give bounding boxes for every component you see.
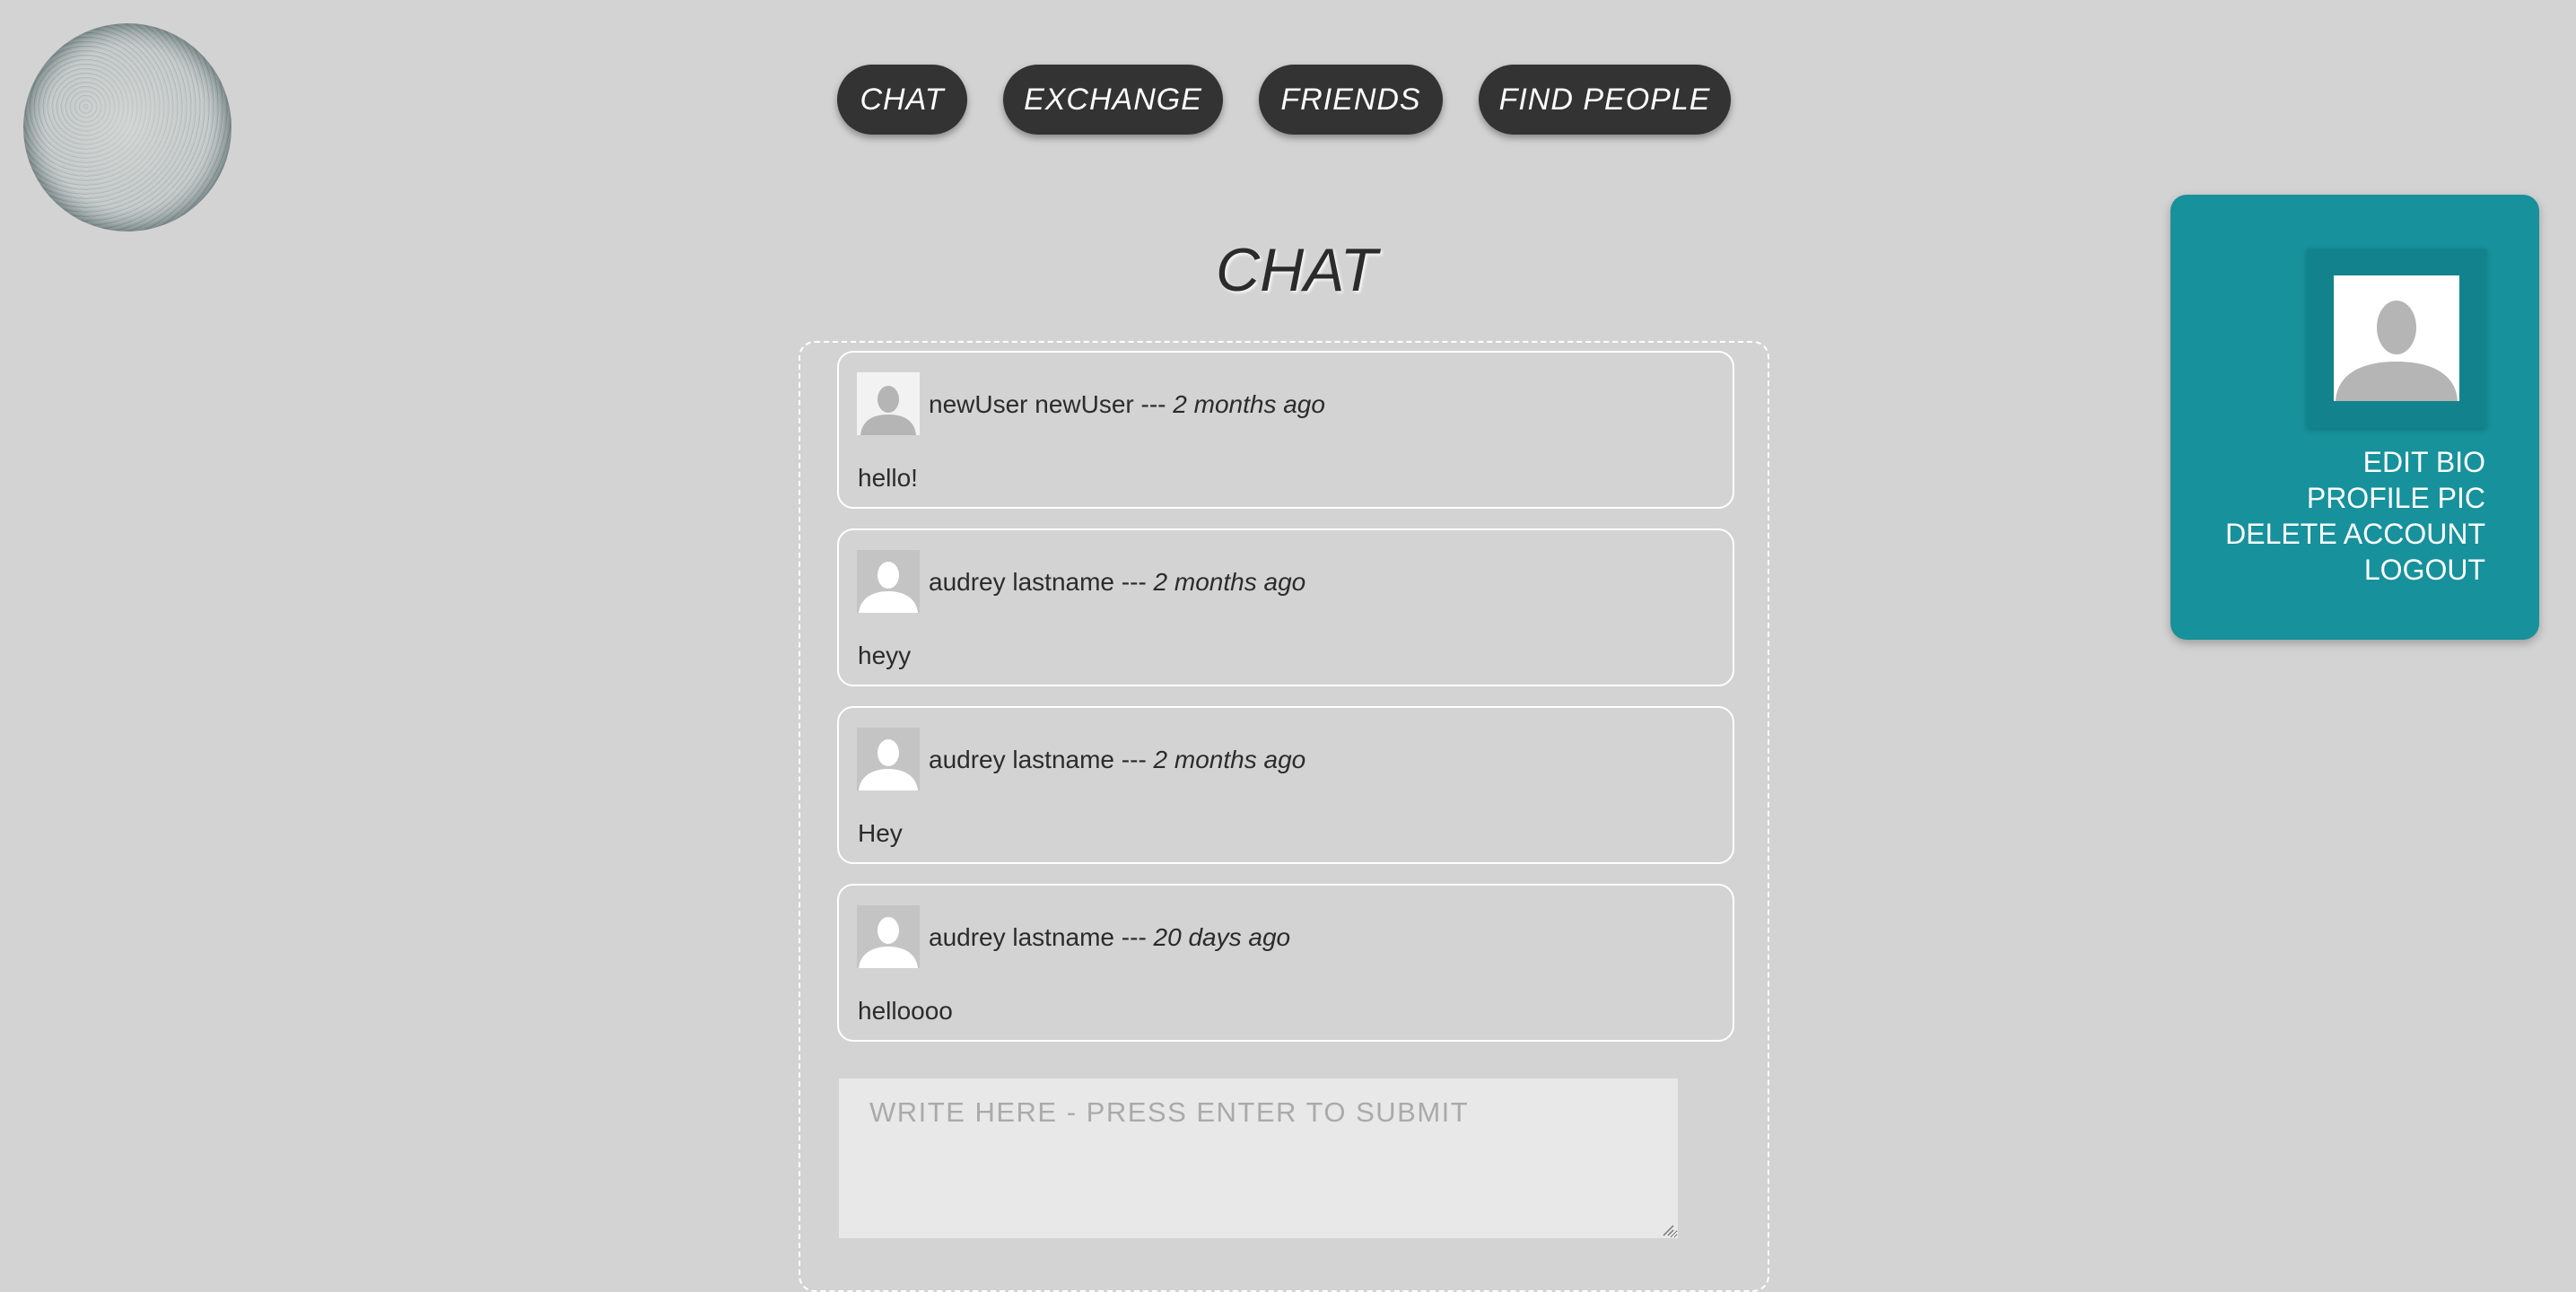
profile-menu: EDIT BIO PROFILE PIC DELETE ACCOUNT LOGO…	[2225, 444, 2485, 588]
message-header: audrey lastname --- 2 months ago	[929, 568, 1305, 597]
chat-message: audrey lastname --- 2 months ago Hey	[837, 706, 1734, 864]
message-header: audrey lastname --- 20 days ago	[929, 923, 1290, 952]
message-separator: ---	[1114, 568, 1154, 596]
message-text: hello!	[858, 464, 918, 492]
message-text: helloooo	[858, 997, 953, 1025]
nav-chat-button[interactable]: CHAT	[837, 65, 967, 135]
profile-picture-frame[interactable]	[2307, 249, 2486, 428]
chat-message: newUser newUser --- 2 months ago hello!	[837, 351, 1734, 509]
message-author: audrey lastname	[929, 568, 1115, 596]
message-time: 20 days ago	[1153, 923, 1291, 951]
message-time: 2 months ago	[1173, 390, 1325, 418]
default-avatar-icon	[857, 550, 920, 613]
default-avatar-icon[interactable]	[2334, 275, 2459, 401]
message-author: audrey lastname	[929, 923, 1115, 951]
message-separator: ---	[1114, 923, 1154, 951]
chat-message: audrey lastname --- 20 days ago helloooo	[837, 884, 1734, 1042]
message-text: heyy	[858, 642, 912, 669]
message-text: Hey	[858, 819, 903, 847]
profile-pic-link[interactable]: PROFILE PIC	[2225, 480, 2485, 516]
nav-find-people-button[interactable]: FIND PEOPLE	[1479, 65, 1731, 135]
edit-bio-link[interactable]: EDIT BIO	[2225, 444, 2485, 480]
profile-panel: EDIT BIO PROFILE PIC DELETE ACCOUNT LOGO…	[2170, 195, 2539, 640]
page-title: CHAT	[1215, 236, 1378, 304]
message-header: audrey lastname --- 2 months ago	[929, 746, 1305, 774]
message-header: newUser newUser --- 2 months ago	[929, 390, 1325, 419]
message-separator: ---	[1133, 390, 1174, 418]
nav-exchange-button[interactable]: EXCHANGE	[1003, 65, 1223, 135]
main-nav: CHAT EXCHANGE FRIENDS FIND PEOPLE	[0, 65, 2576, 136]
message-time: 2 months ago	[1153, 568, 1306, 596]
default-avatar-icon	[857, 728, 920, 790]
chat-message: audrey lastname --- 2 months ago heyy	[837, 528, 1734, 686]
logout-link[interactable]: LOGOUT	[2225, 552, 2485, 588]
message-author: audrey lastname	[929, 746, 1115, 773]
chat-message-input[interactable]	[839, 1078, 1678, 1238]
message-author: newUser newUser	[929, 390, 1134, 418]
message-time: 2 months ago	[1153, 746, 1306, 773]
default-avatar-icon	[857, 372, 920, 435]
nav-friends-button[interactable]: FRIENDS	[1259, 65, 1443, 135]
resize-grip-icon[interactable]	[1660, 1222, 1674, 1236]
default-avatar-icon	[857, 905, 920, 968]
delete-account-link[interactable]: DELETE ACCOUNT	[2225, 516, 2485, 552]
message-separator: ---	[1114, 746, 1154, 773]
